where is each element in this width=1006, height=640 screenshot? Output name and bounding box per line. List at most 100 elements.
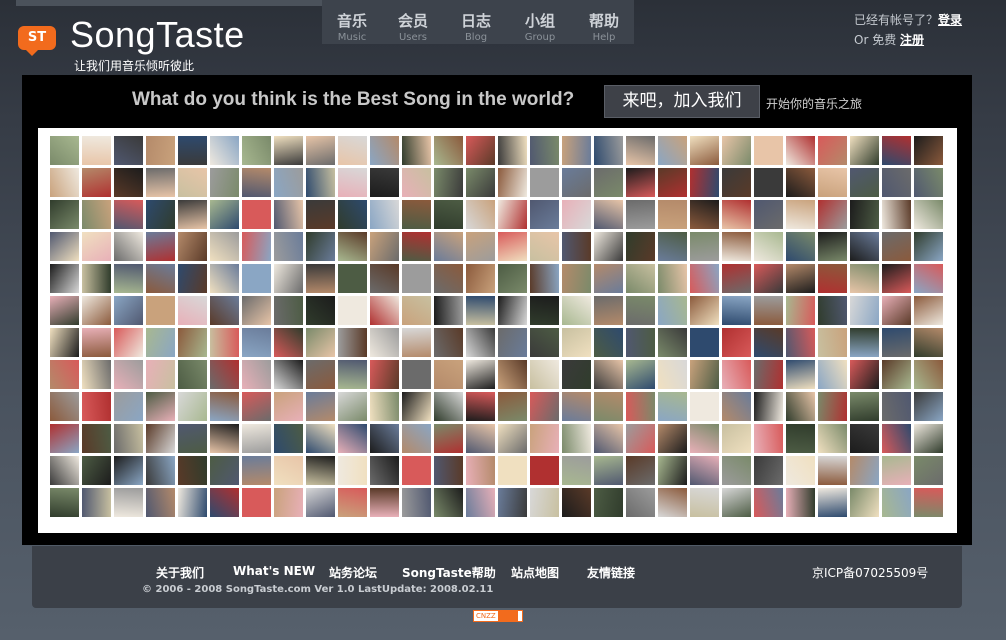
member-avatar[interactable] xyxy=(434,168,463,197)
member-avatar[interactable] xyxy=(818,168,847,197)
member-avatar[interactable] xyxy=(434,328,463,357)
member-avatar[interactable] xyxy=(562,264,591,293)
member-avatar[interactable] xyxy=(242,168,271,197)
member-avatar[interactable] xyxy=(914,488,943,517)
member-avatar[interactable] xyxy=(850,456,879,485)
member-avatar[interactable] xyxy=(466,264,495,293)
member-avatar[interactable] xyxy=(562,200,591,229)
member-avatar[interactable] xyxy=(754,392,783,421)
member-avatar[interactable] xyxy=(530,296,559,325)
member-avatar[interactable] xyxy=(466,456,495,485)
member-avatar[interactable] xyxy=(626,424,655,453)
footer-link-forum[interactable]: 站务论坛 xyxy=(329,564,377,581)
footer-link-help[interactable]: SongTaste帮助 xyxy=(402,564,496,581)
member-avatar[interactable] xyxy=(498,232,527,261)
member-avatar[interactable] xyxy=(658,264,687,293)
member-avatar[interactable] xyxy=(210,136,239,165)
member-avatar[interactable] xyxy=(338,328,367,357)
member-avatar[interactable] xyxy=(306,392,335,421)
member-avatar[interactable] xyxy=(818,392,847,421)
member-avatar[interactable] xyxy=(498,200,527,229)
member-avatar[interactable] xyxy=(530,488,559,517)
member-avatar[interactable] xyxy=(626,456,655,485)
member-avatar[interactable] xyxy=(818,232,847,261)
member-avatar[interactable] xyxy=(850,200,879,229)
member-avatar[interactable] xyxy=(786,232,815,261)
member-avatar[interactable] xyxy=(498,424,527,453)
member-avatar[interactable] xyxy=(850,328,879,357)
member-avatar[interactable] xyxy=(530,136,559,165)
member-avatar[interactable] xyxy=(50,424,79,453)
member-avatar[interactable] xyxy=(914,456,943,485)
member-avatar[interactable] xyxy=(370,136,399,165)
member-avatar[interactable] xyxy=(82,168,111,197)
member-avatar[interactable] xyxy=(466,232,495,261)
member-avatar[interactable] xyxy=(146,328,175,357)
member-avatar[interactable] xyxy=(466,296,495,325)
member-avatar[interactable] xyxy=(50,232,79,261)
member-avatar[interactable] xyxy=(210,456,239,485)
member-avatar[interactable] xyxy=(274,392,303,421)
footer-link-whats-new[interactable]: What's NEW xyxy=(233,564,315,578)
member-avatar[interactable] xyxy=(242,232,271,261)
member-avatar[interactable] xyxy=(850,136,879,165)
member-avatar[interactable] xyxy=(82,456,111,485)
member-avatar[interactable] xyxy=(594,136,623,165)
member-avatar[interactable] xyxy=(274,168,303,197)
member-avatar[interactable] xyxy=(402,488,431,517)
member-avatar[interactable] xyxy=(722,456,751,485)
member-avatar[interactable] xyxy=(466,392,495,421)
member-avatar[interactable] xyxy=(466,360,495,389)
member-avatar[interactable] xyxy=(882,488,911,517)
member-avatar[interactable] xyxy=(50,296,79,325)
member-avatar[interactable] xyxy=(114,392,143,421)
member-avatar[interactable] xyxy=(658,296,687,325)
member-avatar[interactable] xyxy=(402,264,431,293)
member-avatar[interactable] xyxy=(530,200,559,229)
member-avatar[interactable] xyxy=(434,424,463,453)
footer-link-about[interactable]: 关于我们 xyxy=(156,564,204,581)
member-avatar[interactable] xyxy=(402,136,431,165)
footer-link-sitemap[interactable]: 站点地图 xyxy=(511,564,559,581)
member-avatar[interactable] xyxy=(690,456,719,485)
member-avatar[interactable] xyxy=(690,360,719,389)
member-avatar[interactable] xyxy=(242,136,271,165)
member-avatar[interactable] xyxy=(114,456,143,485)
member-avatar[interactable] xyxy=(338,168,367,197)
member-avatar[interactable] xyxy=(338,488,367,517)
member-avatar[interactable] xyxy=(434,264,463,293)
member-avatar[interactable] xyxy=(82,200,111,229)
member-avatar[interactable] xyxy=(338,392,367,421)
member-avatar[interactable] xyxy=(626,488,655,517)
member-avatar[interactable] xyxy=(50,360,79,389)
member-avatar[interactable] xyxy=(786,168,815,197)
member-avatar[interactable] xyxy=(50,488,79,517)
member-avatar[interactable] xyxy=(402,168,431,197)
member-avatar[interactable] xyxy=(722,360,751,389)
member-avatar[interactable] xyxy=(114,136,143,165)
member-avatar[interactable] xyxy=(338,360,367,389)
member-avatar[interactable] xyxy=(722,264,751,293)
member-avatar[interactable] xyxy=(530,456,559,485)
member-avatar[interactable] xyxy=(658,328,687,357)
member-avatar[interactable] xyxy=(210,392,239,421)
member-avatar[interactable] xyxy=(50,328,79,357)
member-avatar[interactable] xyxy=(498,264,527,293)
member-avatar[interactable] xyxy=(114,168,143,197)
member-avatar[interactable] xyxy=(338,232,367,261)
member-avatar[interactable] xyxy=(306,264,335,293)
member-avatar[interactable] xyxy=(530,264,559,293)
member-avatar[interactable] xyxy=(530,232,559,261)
member-avatar[interactable] xyxy=(210,264,239,293)
member-avatar[interactable] xyxy=(146,136,175,165)
member-avatar[interactable] xyxy=(562,488,591,517)
member-avatar[interactable] xyxy=(882,360,911,389)
member-avatar[interactable] xyxy=(178,328,207,357)
member-avatar[interactable] xyxy=(786,456,815,485)
member-avatar[interactable] xyxy=(882,264,911,293)
member-avatar[interactable] xyxy=(690,296,719,325)
member-avatar[interactable] xyxy=(114,296,143,325)
member-avatar[interactable] xyxy=(818,424,847,453)
member-avatar[interactable] xyxy=(466,424,495,453)
member-avatar[interactable] xyxy=(882,392,911,421)
